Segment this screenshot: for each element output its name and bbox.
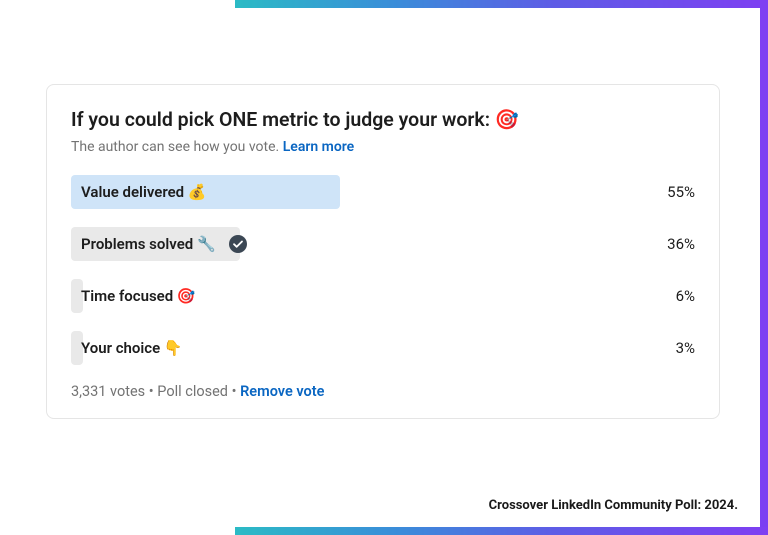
poll-disclosure: The author can see how you vote. <box>71 139 279 155</box>
attribution-text: Crossover LinkedIn Community Poll: 2024. <box>489 498 738 513</box>
poll-option[interactable]: Problems solved 🔧 36% <box>71 227 695 261</box>
decorative-gradient-bottom <box>235 527 768 535</box>
poll-vote-count: 3,331 votes <box>71 383 145 400</box>
poll-option-percent: 3% <box>664 339 695 357</box>
poll-option[interactable]: Value delivered 💰 55% <box>71 175 695 209</box>
separator: • <box>232 383 241 400</box>
poll-option[interactable]: Your choice 👇 3% <box>71 331 695 365</box>
decorative-gradient-top <box>235 0 768 8</box>
poll-option-label: Value delivered 💰 <box>71 183 207 201</box>
poll-option-label: Your choice 👇 <box>71 339 183 357</box>
learn-more-link[interactable]: Learn more <box>283 139 354 155</box>
poll-option-left: Time focused 🎯 <box>71 279 664 313</box>
poll-option-left: Value delivered 💰 <box>71 175 655 209</box>
poll-question: If you could pick ONE metric to judge yo… <box>71 107 695 133</box>
poll-option-percent: 55% <box>655 183 695 201</box>
poll-option-label: Time focused 🎯 <box>71 287 196 305</box>
poll-option-percent: 36% <box>655 235 695 253</box>
poll-card: If you could pick ONE metric to judge yo… <box>46 84 720 419</box>
poll-option-percent: 6% <box>664 287 695 305</box>
poll-footer: 3,331 votes • Poll closed • Remove vote <box>71 383 695 400</box>
poll-option-label: Problems solved 🔧 <box>71 235 216 253</box>
separator: • <box>149 383 158 400</box>
remove-vote-link[interactable]: Remove vote <box>240 383 324 400</box>
voted-check-icon <box>228 234 248 254</box>
decorative-gradient-right <box>760 0 768 535</box>
poll-option-left: Your choice 👇 <box>71 331 664 365</box>
poll-option[interactable]: Time focused 🎯 6% <box>71 279 695 313</box>
poll-status: Poll closed <box>157 383 228 400</box>
poll-subtext: The author can see how you vote. Learn m… <box>71 139 695 155</box>
poll-option-left: Problems solved 🔧 <box>71 227 655 261</box>
